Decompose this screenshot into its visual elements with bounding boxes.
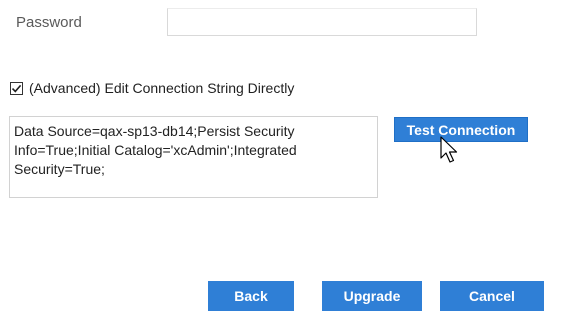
advanced-option-label: (Advanced) Edit Connection String Direct…: [29, 80, 295, 96]
checkmark-icon: [11, 84, 22, 93]
cancel-button[interactable]: Cancel: [440, 281, 544, 311]
advanced-option-row[interactable]: (Advanced) Edit Connection String Direct…: [10, 78, 294, 98]
password-label: Password: [16, 14, 82, 31]
connection-string-textarea[interactable]: Data Source=qax-sp13-db14;Persist Securi…: [9, 116, 378, 198]
back-button[interactable]: Back: [208, 281, 294, 311]
password-field[interactable]: [167, 8, 477, 36]
advanced-checkbox[interactable]: [10, 81, 23, 95]
test-connection-button[interactable]: Test Connection: [394, 117, 528, 142]
upgrade-button[interactable]: Upgrade: [322, 281, 422, 311]
